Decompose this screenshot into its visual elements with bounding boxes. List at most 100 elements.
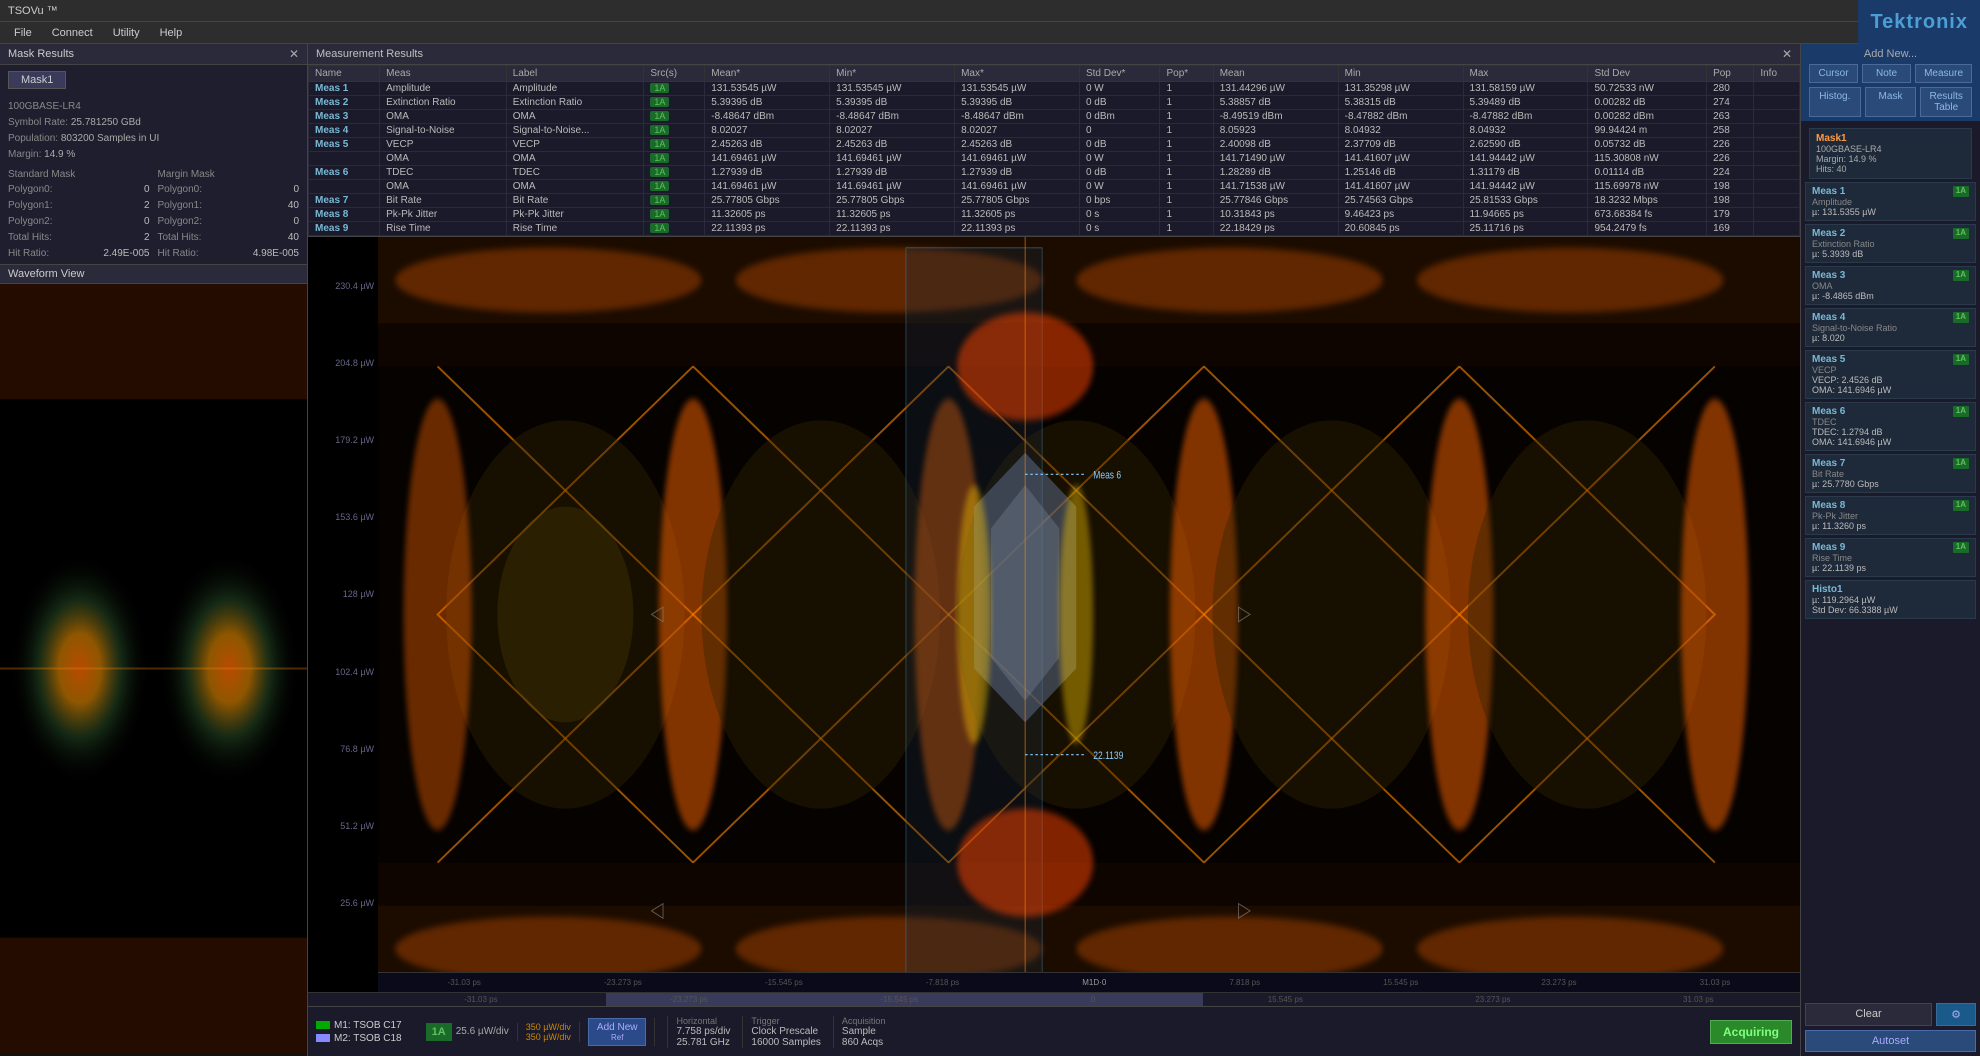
- right-mask-section[interactable]: Mask1 100GBASE-LR4 Margin: 14.9 % Hits: …: [1809, 128, 1972, 179]
- table-cell: [1754, 138, 1800, 152]
- right-meas-item[interactable]: Meas 4 1A Signal-to-Noise Ratio µ: 8.020: [1805, 308, 1976, 347]
- src-badge: 1A: [644, 194, 705, 208]
- ch1a-val: 25.6 µW/div: [456, 1026, 509, 1037]
- right-meas-subtitle: Rise Time: [1812, 553, 1969, 563]
- table-cell: 0 s: [1079, 208, 1160, 222]
- table-cell: 25.77805 Gbps: [955, 194, 1080, 208]
- right-meas-item[interactable]: Meas 8 1A Pk-Pk Jitter µ: 11.3260 ps: [1805, 496, 1976, 535]
- table-cell: 0 dB: [1079, 96, 1160, 110]
- table-cell: 0 dB: [1079, 166, 1160, 180]
- table-cell: 131.53545 µW: [705, 82, 830, 96]
- ch2-val2: 350 µW/div: [526, 1032, 571, 1042]
- measurement-table-wrapper[interactable]: Name Meas Label Src(s) Mean* Min* Max* S…: [308, 65, 1800, 236]
- measurement-results-close[interactable]: ✕: [1782, 47, 1792, 61]
- table-cell: 226: [1707, 152, 1754, 166]
- table-row: Meas 9Rise TimeRise Time1A22.11393 ps22.…: [309, 222, 1800, 236]
- table-cell: 1: [1160, 180, 1213, 194]
- table-cell: 22.11393 ps: [705, 222, 830, 236]
- right-meas-name: Meas 4: [1812, 312, 1845, 323]
- menu-utility[interactable]: Utility: [103, 25, 150, 41]
- table-cell: 8.02027: [830, 124, 955, 138]
- meas-name-cell: Meas 8: [309, 208, 380, 222]
- right-meas-title: Meas 4 1A: [1812, 312, 1969, 323]
- histog-button[interactable]: Histog.: [1809, 87, 1861, 117]
- margin-mask-label: Margin Mask: [158, 169, 300, 180]
- note-button[interactable]: Note: [1862, 64, 1911, 83]
- right-meas-value2: OMA: 141.6946 µW: [1812, 385, 1969, 395]
- right-meas-value2: µ: 22.1139 ps: [1812, 563, 1969, 573]
- meas-name-cell: Meas 6: [309, 166, 380, 180]
- center-panel: Measurement Results ✕ Name Meas Label Sr…: [308, 44, 1800, 1056]
- autoset-button[interactable]: Autoset: [1805, 1030, 1976, 1052]
- mask1-tab[interactable]: Mask1: [8, 71, 66, 89]
- clear-button[interactable]: Clear: [1805, 1003, 1932, 1026]
- table-cell: 141.94442 µW: [1463, 180, 1588, 194]
- table-cell: 115.69978 nW: [1588, 180, 1707, 194]
- col-pop: Pop: [1707, 66, 1754, 82]
- mask-button[interactable]: Mask: [1865, 87, 1917, 117]
- right-meas-subtitle: Signal-to-Noise Ratio: [1812, 323, 1969, 333]
- right-meas-title: Meas 5 1A: [1812, 354, 1969, 365]
- right-meas-item[interactable]: Meas 6 1A TDEC TDEC: 1.2794 dBOMA: 141.6…: [1805, 402, 1976, 451]
- table-cell: 1.31179 dB: [1463, 166, 1588, 180]
- svg-text:Meas 6: Meas 6: [1093, 470, 1121, 482]
- col-mean-star: Mean*: [705, 66, 830, 82]
- right-meas-name: Meas 7: [1812, 458, 1845, 469]
- tick-9: 31.03 ps: [1700, 978, 1731, 987]
- right-meas-name: Meas 3: [1812, 270, 1845, 281]
- tick-7: 15.545 ps: [1383, 978, 1418, 987]
- table-cell: -8.48647 dBm: [830, 110, 955, 124]
- right-meas-item[interactable]: Meas 9 1A Rise Time µ: 22.1139 ps: [1805, 538, 1976, 577]
- icon-button-right[interactable]: ⚙: [1936, 1003, 1976, 1026]
- table-row: Meas 2Extinction RatioExtinction Ratio1A…: [309, 96, 1800, 110]
- acquiring-button[interactable]: Acquiring: [1710, 1020, 1792, 1044]
- results-table-button[interactable]: Results Table: [1920, 87, 1972, 117]
- table-cell: 25.77846 Gbps: [1213, 194, 1338, 208]
- table-cell: 11.32605 ps: [955, 208, 1080, 222]
- table-cell: 1: [1160, 110, 1213, 124]
- table-cell: TDEC: [506, 166, 644, 180]
- table-cell: 9.46423 ps: [1338, 208, 1463, 222]
- table-cell: 25.77805 Gbps: [705, 194, 830, 208]
- table-cell: [1754, 194, 1800, 208]
- menu-connect[interactable]: Connect: [42, 25, 103, 41]
- right-meas-item[interactable]: Meas 3 1A OMA µ: -8.4865 dBm: [1805, 266, 1976, 305]
- table-cell: -8.48647 dBm: [705, 110, 830, 124]
- table-cell: 1: [1160, 208, 1213, 222]
- mask-results-close[interactable]: ✕: [289, 47, 299, 61]
- horizontal-scrollbar[interactable]: -31.03 ps -23.273 ps -15.545 ps 0 15.545…: [308, 992, 1800, 1006]
- table-cell: 263: [1707, 110, 1754, 124]
- trigger-section: Trigger Clock Prescale 16000 Samples: [742, 1016, 821, 1048]
- add-new-button[interactable]: Add New Ref: [588, 1018, 647, 1046]
- table-cell: 954.2479 fs: [1588, 222, 1707, 236]
- y-label-7: 76.8 µW: [308, 744, 378, 754]
- symbol-rate-label: Symbol Rate:: [8, 117, 68, 128]
- tick-1: -31.03 ps: [448, 978, 481, 987]
- right-meas-item[interactable]: Histo1 µ: 119.2964 µWStd Dev: 66.3388 µW: [1805, 580, 1976, 619]
- bottom-tick-2: -23.273 ps: [670, 995, 708, 1004]
- right-meas-item[interactable]: Meas 2 1A Extinction Ratio µ: 5.3939 dB: [1805, 224, 1976, 263]
- src-badge: 1A: [644, 82, 705, 96]
- cursor-button[interactable]: Cursor: [1809, 64, 1858, 83]
- meas-name-cell: Meas 1: [309, 82, 380, 96]
- tick-5: M1D·0: [1082, 978, 1106, 987]
- right-meas-title: Meas 7 1A: [1812, 458, 1969, 469]
- col-info: Info: [1754, 66, 1800, 82]
- right-meas-item[interactable]: Meas 1 1A Amplitude µ: 131.5355 µW: [1805, 182, 1976, 221]
- measure-button[interactable]: Measure: [1915, 64, 1972, 83]
- population-label: Population:: [8, 133, 58, 144]
- bottom-tick-5: 15.545 ps: [1268, 995, 1303, 1004]
- table-cell: 131.35298 µW: [1338, 82, 1463, 96]
- right-bottom-buttons: Clear ⚙: [1805, 1003, 1976, 1026]
- horiz-val: 7.758 ps/div: [676, 1026, 730, 1037]
- horizontal-section: Horizontal 7.758 ps/div 25.781 GHz: [667, 1016, 730, 1048]
- table-cell: 22.11393 ps: [830, 222, 955, 236]
- mask-info: 100GBASE-LR4 Symbol Rate: 25.781250 GBd …: [0, 95, 307, 167]
- table-cell: 11.32605 ps: [705, 208, 830, 222]
- add-new-title: Add New...: [1809, 48, 1972, 60]
- right-meas-item[interactable]: Meas 7 1A Bit Rate µ: 25.7780 Gbps: [1805, 454, 1976, 493]
- menu-help[interactable]: Help: [150, 25, 193, 41]
- menu-file[interactable]: File: [4, 25, 42, 41]
- table-cell: 179: [1707, 208, 1754, 222]
- right-meas-item[interactable]: Meas 5 1A VECP VECP: 2.4526 dBOMA: 141.6…: [1805, 350, 1976, 399]
